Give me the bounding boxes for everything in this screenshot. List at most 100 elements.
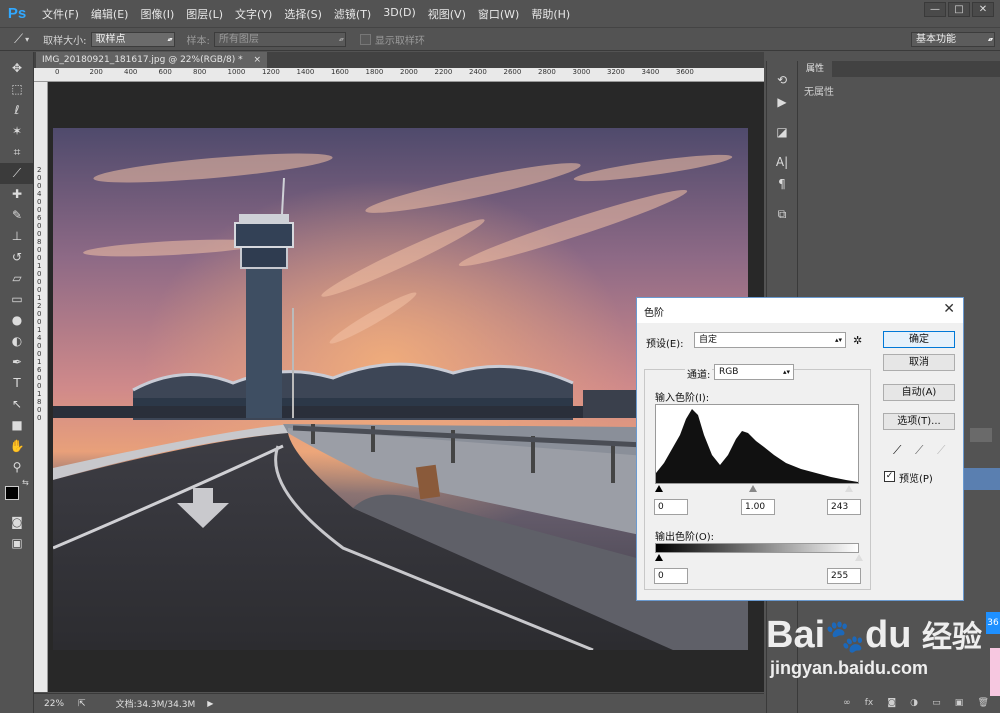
eyedropper-tool-icon[interactable]: ⟋ — [0, 163, 34, 184]
move-tool-icon[interactable]: ✥ — [0, 58, 34, 79]
menu-item[interactable]: 文字(Y) — [229, 6, 278, 22]
paragraph-style-panel-icon[interactable]: ⧉ — [767, 203, 797, 225]
screen-mode-icon[interactable]: ▣ — [0, 533, 34, 554]
menu-item[interactable]: 选择(S) — [278, 6, 328, 22]
path-selection-tool-icon[interactable]: ↖ — [0, 394, 34, 415]
minimize-button[interactable]: — — [924, 2, 946, 17]
input-gamma-slider[interactable] — [749, 485, 757, 492]
actions-panel-icon[interactable]: ▶ — [767, 91, 797, 113]
show-ring-checkbox[interactable] — [359, 33, 371, 45]
layers-dropdown[interactable] — [970, 428, 992, 442]
channel-select[interactable]: RGB ▴▾ — [714, 364, 794, 380]
gradient-tool-icon[interactable]: ▭ — [0, 289, 34, 310]
sample-layers-select[interactable]: 所有图层 — [213, 31, 346, 47]
rectangle-tool-icon[interactable]: ■ — [0, 415, 34, 436]
eraser-tool-icon[interactable]: ▱ — [0, 268, 34, 289]
ok-button[interactable]: 确定 — [883, 331, 955, 348]
output-levels-label: 输出色阶(O): — [655, 532, 715, 543]
hand-tool-icon[interactable]: ✋ — [0, 436, 34, 457]
menu-item[interactable]: 视图(V) — [422, 6, 472, 22]
tool-preset-dropdown-icon[interactable]: ▾ — [25, 35, 29, 44]
preset-options-gear-icon[interactable]: ✲ — [853, 334, 862, 347]
ruler-tick: 0 — [55, 68, 60, 76]
menu-item[interactable]: 图像(I) — [134, 6, 180, 22]
healing-brush-tool-icon[interactable]: ✚ — [0, 184, 34, 205]
ruler-tick: 0 — [37, 278, 42, 286]
levels-dialog: 色阶 ✕ 预设(E): 自定 ▴▾ ✲ 通道: RGB ▴▾ 输入色阶(I): 0 … — [636, 297, 964, 601]
menu-item[interactable]: 窗口(W) — [472, 6, 525, 22]
dodge-tool-icon[interactable]: ◐ — [0, 331, 34, 352]
ruler-tick: 3000 — [572, 68, 591, 76]
brush-tool-icon[interactable]: ✎ — [0, 205, 34, 226]
maximize-button[interactable]: □ — [948, 2, 970, 17]
paragraph-panel-icon[interactable]: ¶ — [767, 173, 797, 195]
black-point-eyedropper-icon[interactable]: ⟋ — [893, 443, 901, 458]
input-black-slider[interactable] — [655, 485, 663, 492]
marquee-tool-icon[interactable]: ⬚ — [0, 79, 34, 100]
input-white-field[interactable]: 243 — [827, 499, 861, 515]
input-gamma-field[interactable]: 1.00 — [741, 499, 775, 515]
preset-select[interactable]: 自定 ▴▾ — [694, 332, 846, 348]
share-icon[interactable]: ⇱ — [78, 699, 86, 709]
ruler-tick: 3400 — [641, 68, 660, 76]
history-brush-tool-icon[interactable]: ↺ — [0, 247, 34, 268]
menu-item[interactable]: 图层(L) — [180, 6, 229, 22]
sample-size-select[interactable]: 取样点 — [90, 31, 175, 47]
menu-item[interactable]: 帮助(H) — [525, 6, 576, 22]
new-layer-icon[interactable]: ▣ — [955, 698, 964, 712]
ruler-tick: 2 — [37, 302, 42, 310]
gray-point-eyedropper-icon[interactable]: ⟋ — [915, 443, 923, 458]
vertical-ruler: 20040060080010001200140016001800 — [34, 82, 48, 692]
cancel-button[interactable]: 取消 — [883, 354, 955, 371]
brush-panel-icon[interactable]: ◪ — [767, 121, 797, 143]
menu-item[interactable]: 滤镜(T) — [328, 6, 377, 22]
preview-checkbox[interactable]: ✓ — [884, 471, 895, 482]
menu-item[interactable]: 3D(D) — [377, 6, 422, 22]
link-layers-icon[interactable]: ∞ — [843, 698, 851, 712]
selected-layer-row[interactable] — [964, 468, 1000, 490]
watermark-url: jingyan.baidu.com — [770, 658, 929, 678]
output-white-slider[interactable] — [855, 554, 863, 561]
folder-icon[interactable]: ▭ — [932, 698, 941, 712]
type-tool-icon[interactable]: T — [0, 373, 34, 394]
auto-button[interactable]: 自动(A) — [883, 384, 955, 401]
input-white-slider[interactable] — [845, 485, 853, 492]
magic-wand-tool-icon[interactable]: ✶ — [0, 121, 34, 142]
adjustment-icon[interactable]: ◑ — [910, 698, 918, 712]
document-tab-title: IMG_20180921_181617.jpg @ 22%(RGB/8) * — [42, 55, 243, 65]
pen-tool-icon[interactable]: ✒ — [0, 352, 34, 373]
quick-mask-icon[interactable]: ◙ — [0, 512, 34, 533]
dialog-close-icon[interactable]: ✕ — [943, 301, 955, 317]
close-tab-icon[interactable]: × — [254, 55, 262, 65]
close-button[interactable]: ✕ — [972, 2, 994, 17]
output-black-field[interactable]: 0 — [654, 568, 688, 584]
history-panel-icon[interactable]: ⟲ — [767, 69, 797, 91]
zoom-tool-icon[interactable]: ⚲ — [0, 457, 34, 478]
status-arrow-icon[interactable]: ▶ — [207, 699, 213, 708]
workspace-select[interactable]: 基本功能 — [911, 32, 995, 47]
eyedropper-icon[interactable]: ⟋ — [14, 32, 23, 47]
output-white-field[interactable]: 255 — [827, 568, 861, 584]
blur-tool-icon[interactable]: ● — [0, 310, 34, 331]
trash-icon[interactable]: 🗑 — [977, 698, 988, 712]
options-button[interactable]: 选项(T)... — [883, 413, 955, 430]
ruler-tick: 0 — [37, 230, 42, 238]
character-panel-icon[interactable]: A| — [767, 151, 797, 173]
output-black-slider[interactable] — [655, 554, 663, 561]
document-size: 文档:34.3M/34.3M — [115, 700, 196, 710]
clone-stamp-tool-icon[interactable]: ⊥ — [0, 226, 34, 247]
properties-tab[interactable]: 属性 — [798, 61, 833, 77]
lasso-tool-icon[interactable]: ℓ — [0, 100, 34, 121]
foreground-color-swatch[interactable] — [5, 486, 19, 500]
menu-item[interactable]: 编辑(E) — [85, 6, 135, 22]
crop-tool-icon[interactable]: ⌗ — [0, 142, 34, 163]
zoom-level[interactable]: 22% — [44, 699, 64, 709]
mask-icon[interactable]: ◙ — [887, 698, 896, 712]
input-black-field[interactable]: 0 — [654, 499, 688, 515]
ruler-tick: 1800 — [365, 68, 384, 76]
menu-item[interactable]: 文件(F) — [36, 6, 85, 22]
fx-icon[interactable]: fx — [865, 698, 874, 712]
document-tab[interactable]: IMG_20180921_181617.jpg @ 22%(RGB/8) * × — [36, 52, 268, 68]
white-point-eyedropper-icon[interactable]: ⟋ — [937, 443, 945, 458]
swap-colors-icon[interactable]: ⇆ — [22, 478, 29, 487]
